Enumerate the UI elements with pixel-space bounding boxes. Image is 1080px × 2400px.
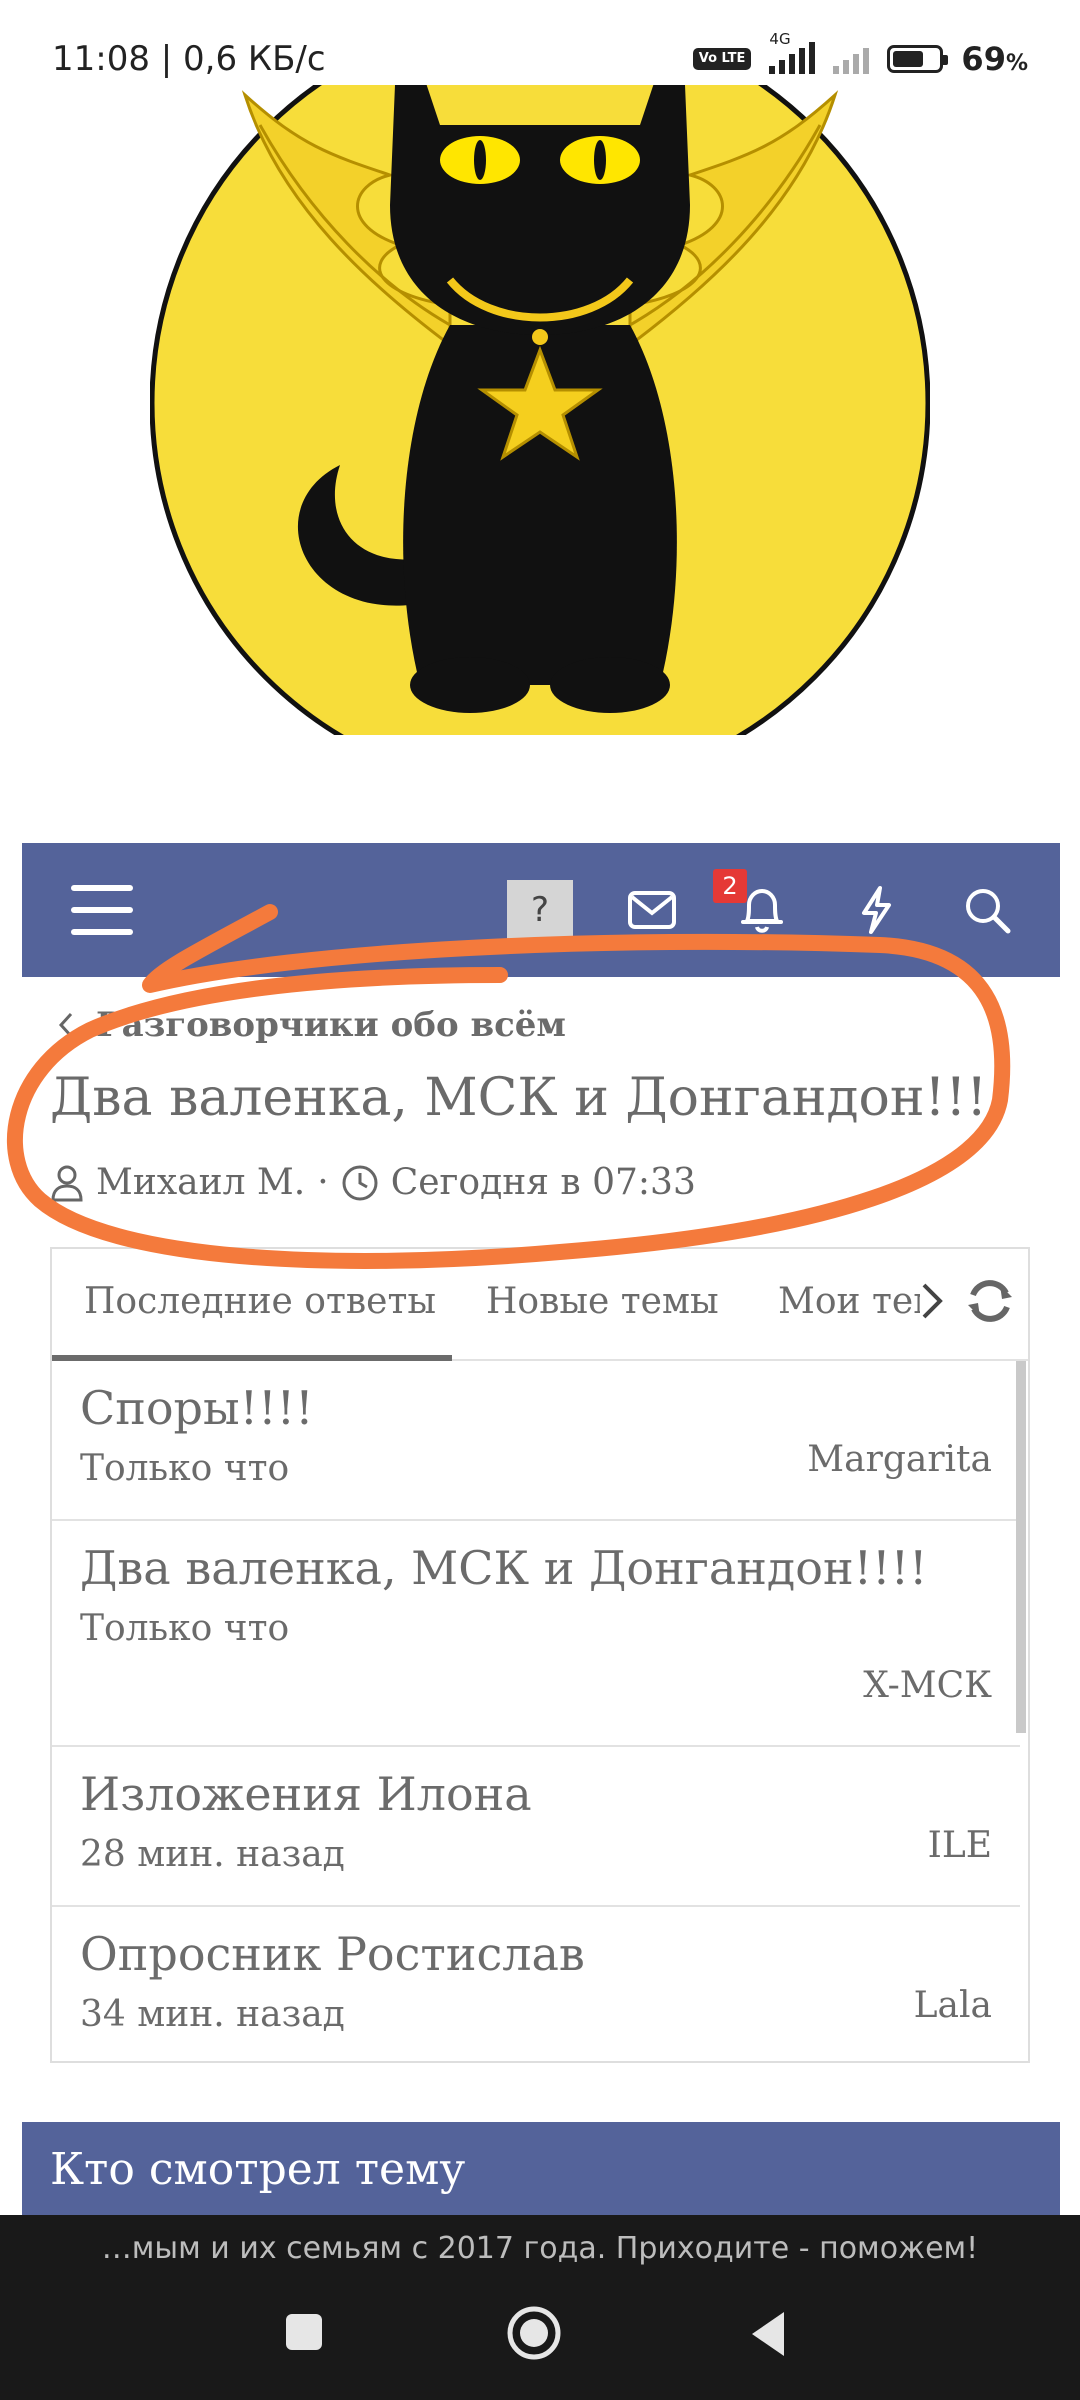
list-scrollbar[interactable] — [1016, 1361, 1026, 1733]
winged-black-cat-logo — [150, 85, 930, 735]
list-item-user[interactable]: ILE — [928, 1825, 992, 1866]
tab-latest-replies[interactable]: Последние ответы — [84, 1281, 436, 1322]
cell-signal-icon: 4G — [769, 30, 816, 74]
help-button[interactable]: ? — [500, 843, 580, 977]
whats-new-button[interactable] — [836, 843, 916, 977]
list-item-user[interactable]: Lala — [914, 1985, 992, 2026]
list-item-title[interactable]: Опросник Ростислав — [80, 1921, 992, 1987]
back-button[interactable] — [748, 2310, 788, 2358]
battery-icon — [887, 45, 949, 73]
menu-icon — [71, 885, 133, 935]
latest-posts-widget: Последние ответы Новые темы Мои темы Спо… — [50, 1247, 1030, 2063]
tab-my-threads[interactable]: Мои темы — [778, 1281, 920, 1322]
notifications-button[interactable] — [722, 843, 802, 977]
home-button[interactable] — [506, 2305, 562, 2361]
list-item[interactable]: Споры!!!! Только что Margarita — [52, 1361, 1020, 1521]
envelope-icon — [628, 891, 676, 929]
list-item-user[interactable]: Margarita — [807, 1439, 992, 1480]
list-item-user[interactable]: X-МСК — [863, 1665, 992, 1706]
list-item-title[interactable]: Споры!!!! — [80, 1375, 992, 1441]
system-footer: …мым и их семьям с 2017 года. Приходите … — [0, 2215, 1080, 2400]
status-time: 11:08 | 0,6 КБ/с — [52, 39, 326, 79]
meta-separator: · — [317, 1162, 329, 1203]
tab-new-threads[interactable]: Новые темы — [486, 1281, 719, 1322]
top-navbar: ? 2 — [22, 843, 1060, 977]
list-item[interactable]: Опросник Ростислав 34 мин. назад Lala — [52, 1907, 1020, 2061]
messages-button[interactable] — [612, 843, 692, 977]
footer-ticker: …мым и их семьям с 2017 года. Приходите … — [101, 2231, 979, 2266]
list-item-time: Только что — [80, 1608, 290, 1649]
list-item-time: 34 мин. назад — [80, 1994, 345, 2035]
chevron-right-icon[interactable] — [910, 1271, 954, 1331]
list-item-time: 28 мин. назад — [80, 1834, 345, 1875]
list-item-title[interactable]: Два валенка, МСК и Донгандон!!!! — [80, 1535, 992, 1601]
chevron-left-icon — [58, 1012, 73, 1038]
thread-date[interactable]: Сегодня в 07:33 — [391, 1162, 696, 1203]
thread-list: Споры!!!! Только что Margarita Два вален… — [52, 1361, 1020, 2061]
search-button[interactable] — [947, 843, 1027, 977]
battery-percent: 69% — [961, 40, 1028, 78]
lightning-icon — [862, 886, 891, 934]
search-icon — [966, 889, 1011, 934]
breadcrumb-forum[interactable]: Разговорчики обо всём — [96, 1005, 566, 1045]
clock-icon — [342, 1165, 378, 1200]
network-type: 4G — [769, 30, 791, 48]
user-icon — [51, 1165, 83, 1201]
refresh-icon[interactable] — [962, 1273, 1018, 1329]
volte-icon: Vo LTE — [692, 48, 752, 70]
recent-apps-button[interactable] — [282, 2310, 326, 2354]
viewers-section-header: Кто смотрел тему — [22, 2122, 1060, 2222]
breadcrumb[interactable]: Разговорчики обо всём — [58, 1005, 566, 1045]
cell-signal-2-icon — [833, 44, 870, 74]
help-label: ? — [507, 880, 573, 940]
list-item-title[interactable]: Изложения Илона — [80, 1761, 992, 1827]
thread-meta: Михаил М. · Сегодня в 07:33 — [50, 1162, 696, 1203]
menu-button[interactable] — [62, 843, 142, 977]
notification-count-badge: 2 — [713, 869, 747, 903]
page-title: Два валенка, МСК и Донгандон!!!! — [50, 1068, 1009, 1128]
status-icons: Vo LTE 4G 69% — [692, 30, 1028, 78]
list-item[interactable]: Два валенка, МСК и Донгандон!!!! Только … — [52, 1521, 1020, 1747]
tab-bar: Последние ответы Новые темы Мои темы — [52, 1249, 1028, 1361]
list-item[interactable]: Изложения Илона 28 мин. назад ILE — [52, 1747, 1020, 1907]
thread-author[interactable]: Михаил М. — [96, 1162, 305, 1203]
